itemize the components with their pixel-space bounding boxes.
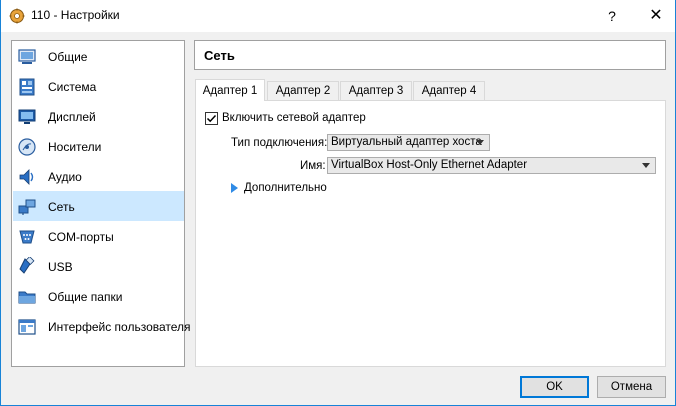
sidebar-item-label: Дисплей: [48, 110, 96, 124]
sidebar-item-label: Общие: [48, 50, 88, 64]
sidebar-item-audio[interactable]: Аудио: [13, 161, 184, 191]
sidebar-item-label: Система: [48, 80, 97, 94]
tab-adapter-2[interactable]: Адаптер 2: [267, 81, 339, 100]
adapter-name-select[interactable]: VirtualBox Host-Only Ethernet Adapter: [327, 157, 656, 174]
advanced-label: Дополнительно: [244, 182, 327, 194]
page-title: Сеть: [204, 48, 235, 63]
network-icon: [18, 199, 36, 215]
attached-to-value: Виртуальный адаптер хоста: [331, 136, 482, 148]
shared-folders-icon: [18, 291, 36, 304]
sidebar-item-display[interactable]: Дисплей: [13, 101, 184, 131]
close-button[interactable]: ✕: [640, 0, 672, 32]
sidebar-item-label: COM-порты: [48, 230, 114, 244]
sidebar-item-label: Общие папки: [48, 290, 123, 304]
sidebar-item-usb[interactable]: USB: [13, 251, 184, 281]
chevron-down-icon: [642, 163, 650, 168]
window-title: 110 - Настройки: [31, 8, 120, 22]
serial-ports-icon: [19, 230, 35, 244]
sidebar-item-user-interface[interactable]: Интерфейс пользователя: [13, 311, 191, 341]
title-bar[interactable]: 110 - Настройки ? ✕: [1, 0, 675, 32]
sidebar-item-network[interactable]: Сеть: [13, 191, 184, 221]
tab-adapter-1[interactable]: Адаптер 1: [195, 79, 265, 101]
sidebar-item-shared-folders[interactable]: Общие папки: [13, 281, 184, 311]
checkmark-icon: [206, 114, 217, 123]
settings-sidebar: Общие Система Дисплей Носители Аудио Сет…: [11, 40, 191, 367]
usb-icon: [19, 257, 35, 274]
cancel-button[interactable]: Отмена: [597, 376, 666, 398]
enable-adapter-checkbox[interactable]: [205, 112, 218, 125]
expand-triangle-icon: [231, 183, 238, 193]
sidebar-item-serial-ports[interactable]: COM-порты: [13, 221, 184, 251]
chevron-down-icon: [476, 140, 484, 145]
tab-adapter-4[interactable]: Адаптер 4: [413, 81, 485, 100]
virtualbox-gear-icon: [9, 8, 25, 24]
audio-icon: [19, 169, 34, 185]
tab-adapter-3[interactable]: Адаптер 3: [340, 81, 412, 100]
ok-button[interactable]: OK: [520, 376, 589, 398]
name-label: Имя:: [300, 160, 326, 172]
sidebar-item-label: Сеть: [48, 200, 75, 214]
sidebar-item-label: USB: [48, 260, 73, 274]
general-icon: [18, 49, 36, 64]
system-icon: [19, 78, 35, 96]
attached-to-select[interactable]: Виртуальный адаптер хоста: [327, 134, 490, 151]
help-button[interactable]: ?: [596, 0, 628, 32]
sidebar-item-label: Аудио: [48, 170, 82, 184]
enable-adapter-label[interactable]: Включить сетевой адаптер: [222, 112, 366, 124]
storage-icon: [18, 138, 36, 156]
attached-to-label: Тип подключения:: [231, 137, 328, 149]
sidebar-item-general[interactable]: Общие: [13, 41, 184, 71]
user-interface-icon: [18, 319, 36, 335]
adapter-name-value: VirtualBox Host-Only Ethernet Adapter: [331, 159, 528, 171]
sidebar-item-label: Интерфейс пользователя: [48, 320, 191, 334]
display-icon: [18, 109, 36, 124]
sidebar-item-storage[interactable]: Носители: [13, 131, 184, 161]
settings-window: 110 - Настройки ? ✕ Общие Система Диспле…: [0, 0, 676, 406]
sidebar-item-label: Носители: [48, 140, 102, 154]
sidebar-item-system[interactable]: Система: [13, 71, 184, 101]
page-header: Сеть: [194, 40, 666, 70]
